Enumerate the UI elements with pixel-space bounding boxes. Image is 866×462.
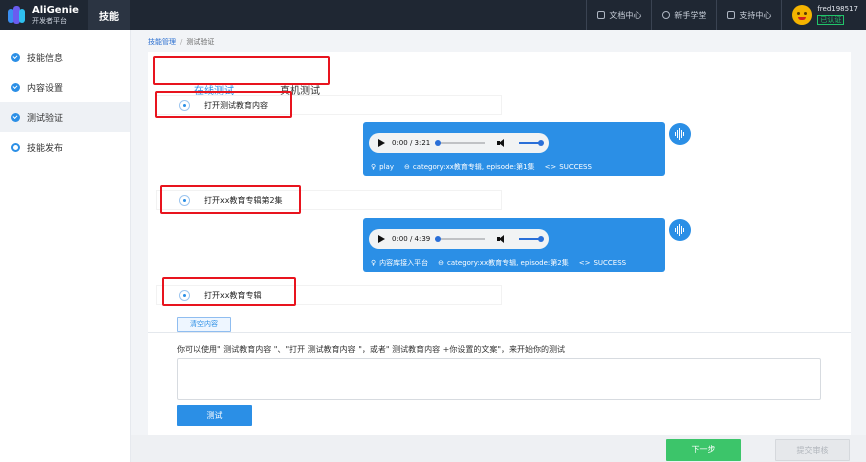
top-bar: AliGenie 开发者平台 技能 文档中心 新手学堂 支持中心 fred198… [0,0,866,30]
circle-icon [11,142,20,152]
sidebar-item-skill-info[interactable]: 技能信息 [0,42,130,72]
highlight-box [153,56,330,85]
highlight-box [160,185,301,214]
check-circle-icon [11,52,20,62]
main-area: 技能管理 / 测试验证 在线测试 真机测试 打开测试教育内容 0:00 / 3:21… [131,30,866,462]
footer-bar: 下一步 提交审核 [131,435,866,462]
breadcrumb-current: 测试验证 [186,38,215,46]
sidebar-item-skill-publish[interactable]: 技能发布 [0,132,130,162]
volume-icon[interactable] [497,138,507,148]
sidebar: 技能信息 内容设置 测试验证 技能发布 [0,30,131,462]
voice-wave-icon[interactable] [669,219,691,241]
check-circle-icon [11,112,20,122]
logo[interactable]: AliGenie 开发者平台 [0,0,88,30]
check-circle-icon [11,82,20,92]
skill-reply: 0:00 / 4:39 ♀ 内容库接入平台 ⊖ category:xx教育专辑, e… [363,218,665,272]
verified-badge: 已认证 [817,15,845,25]
audio-time: 0:00 / 4:39 [392,235,431,243]
play-icon[interactable] [378,235,385,243]
category-icon: ⊖ [438,259,445,267]
reply-meta: ♀ play ⊖ category:xx教育专辑, episode:第1集 <> SU… [371,163,592,171]
logo-title: AliGenie [32,4,79,16]
highlight-box [162,277,296,306]
sidebar-item-test-verify[interactable]: 测试验证 [0,102,130,132]
skill-reply: 0:00 / 3:21 ♀ play ⊖ category:xx教育专辑, epis… [363,122,665,176]
volume-slider[interactable] [519,140,545,146]
highlight-box [155,91,292,118]
divider [148,332,851,333]
code-icon: <> [544,163,557,171]
help-icon [662,11,671,19]
docs-center-link[interactable]: 文档中心 [586,0,651,30]
user-menu[interactable]: fred198517 已认证 [781,0,866,30]
progress-slider[interactable] [435,140,486,146]
clear-content-button[interactable]: 清空内容 [177,317,231,332]
category-icon: ⊖ [403,163,410,171]
reply-meta: ♀ 内容库接入平台 ⊖ category:xx教育专辑, episode:第2集 <… [371,259,627,267]
nav-skills[interactable]: 技能 [88,0,130,30]
audio-player[interactable]: 0:00 / 3:21 [369,133,549,153]
code-icon: <> [578,259,591,267]
sidebar-item-content-settings[interactable]: 内容设置 [0,72,130,102]
test-input[interactable] [177,358,821,400]
edit-icon [727,11,736,19]
aligenie-logo-icon [8,5,26,25]
next-step-button[interactable]: 下一步 [666,439,741,461]
progress-slider[interactable] [435,236,486,242]
volume-icon[interactable] [497,234,507,244]
breadcrumb: 技能管理 / 测试验证 [148,38,215,46]
breadcrumb-parent[interactable]: 技能管理 [148,38,176,46]
avatar [792,5,813,25]
play-icon[interactable] [378,139,385,147]
username: fred198517 [817,5,858,13]
beginner-school-link[interactable]: 新手学堂 [651,0,716,30]
test-panel: 在线测试 真机测试 打开测试教育内容 0:00 / 3:21 ♀ play ⊖ ca… [148,52,851,457]
location-icon: ♀ [371,163,377,171]
test-hint: 你可以使用" 测试教育内容 "、"打开 测试教育内容 "，或者" 测试教育内容 … [177,345,566,354]
volume-slider[interactable] [519,236,545,242]
logo-subtitle: 开发者平台 [32,16,67,25]
voice-wave-icon[interactable] [669,123,691,145]
document-icon [597,11,606,19]
support-center-link[interactable]: 支持中心 [716,0,781,30]
audio-time: 0:00 / 3:21 [392,139,431,147]
submit-review-button[interactable]: 提交审核 [775,439,850,461]
audio-player[interactable]: 0:00 / 4:39 [369,229,549,249]
test-button[interactable]: 测试 [177,405,252,426]
location-icon: ♀ [371,259,377,267]
